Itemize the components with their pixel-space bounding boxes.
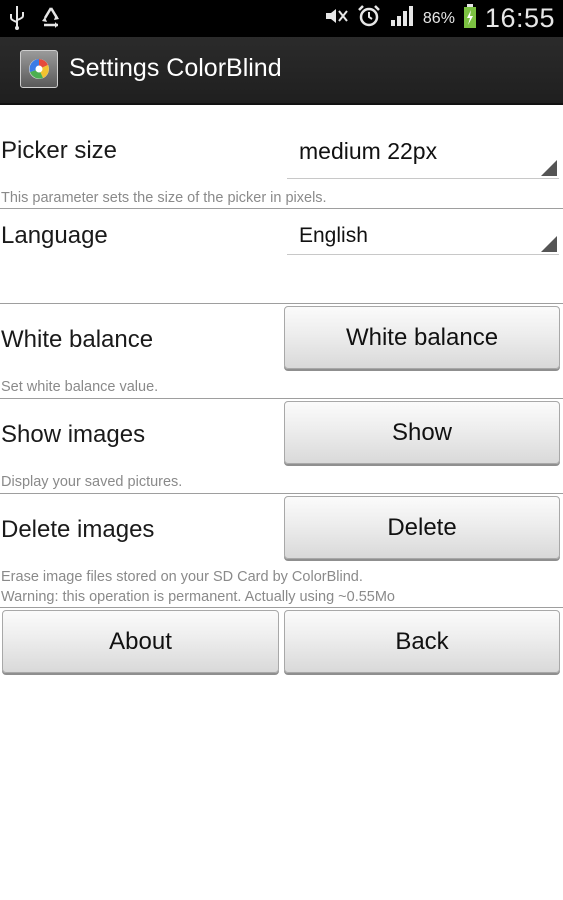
signal-icon: [389, 5, 415, 32]
show-images-description: Display your saved pictures.: [1, 474, 183, 490]
delete-images-description-line2: Warning: this operation is permanent. Ac…: [1, 589, 395, 605]
alarm-icon: [357, 4, 381, 33]
white-balance-label: White balance: [1, 326, 154, 353]
divider: [0, 607, 563, 608]
status-bar: 86% 16:55: [0, 0, 563, 37]
picker-size-description: This parameter sets the size of the pick…: [1, 190, 327, 206]
battery-charging-icon: [463, 3, 477, 34]
status-bar-left: [8, 4, 64, 34]
divider: [0, 493, 563, 494]
spinner-arrow-icon: [541, 160, 557, 176]
delete-images-button[interactable]: Delete: [284, 496, 560, 559]
white-balance-description: Set white balance value.: [1, 379, 159, 395]
back-button[interactable]: Back: [284, 610, 560, 673]
colorblind-app-icon: [20, 50, 58, 88]
divider: [0, 208, 563, 209]
white-balance-button[interactable]: White balance: [284, 306, 560, 369]
language-label: Language: [1, 222, 108, 249]
clock-time: 16:55: [484, 3, 555, 33]
usb-icon: [8, 4, 26, 35]
show-images-label: Show images: [1, 421, 146, 448]
about-button[interactable]: About: [2, 610, 279, 673]
spinner-arrow-icon: [541, 236, 557, 252]
picker-size-label: Picker size: [1, 137, 118, 164]
mute-icon: [323, 5, 349, 32]
battery-percent: 86%: [422, 9, 455, 27]
show-images-button[interactable]: Show: [284, 401, 560, 464]
page-title: Settings ColorBlind: [69, 54, 282, 82]
delete-images-label: Delete images: [1, 516, 155, 543]
divider: [0, 398, 563, 399]
picker-size-spinner[interactable]: medium 22px: [287, 138, 559, 179]
language-spinner[interactable]: English: [287, 214, 559, 255]
divider: [0, 303, 563, 304]
language-value: English: [299, 224, 368, 247]
title-bar: Settings ColorBlind: [0, 37, 563, 105]
delete-images-description-line1: Erase image files stored on your SD Card…: [1, 569, 363, 585]
recycle-icon: [38, 5, 64, 34]
status-bar-right: 86% 16:55: [323, 0, 555, 37]
picker-size-value: medium 22px: [299, 138, 438, 164]
